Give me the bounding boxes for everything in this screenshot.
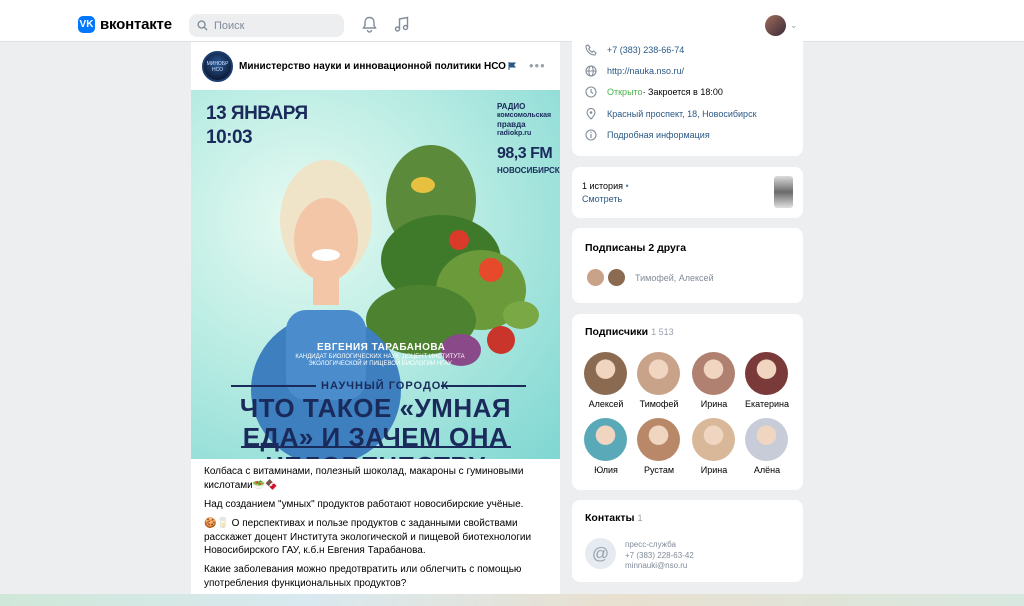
banner-headline: ЧТО ТАКОЕ «УМНАЯ ЕДА» И ЗАЧЕМ ОНА ЧЕЛОВЕ…	[239, 393, 512, 460]
subscriber-name[interactable]: Алёна	[737, 465, 797, 475]
subscriber-avatar[interactable]	[692, 418, 735, 461]
subscriber-name[interactable]: Алексей	[576, 399, 636, 409]
avatar-text: МИНОБР НСО	[206, 60, 229, 73]
subscriber-avatar[interactable]	[745, 418, 788, 461]
vk-logo-icon: VK	[78, 16, 95, 33]
globe-icon	[585, 65, 597, 77]
subscriber-avatar[interactable]	[745, 352, 788, 395]
friend-avatar[interactable]	[606, 267, 627, 288]
post-image[interactable]: 13 ЯНВАРЯ 10:03 РАДИО комсомольская правд…	[191, 90, 560, 459]
contact-role: пресс-служба	[625, 540, 676, 549]
guest-name: ЕВГЕНИЯ ТАРАБАНОВА	[317, 342, 446, 353]
friends-names: Тимофей, Алексей	[635, 273, 714, 283]
show-name: НАУЧНЫЙ ГОРОДОК	[321, 380, 450, 392]
contact-phone: +7 (383) 228-63-42	[625, 550, 694, 560]
stories-count-text: 1 история	[582, 181, 623, 191]
bell-icon[interactable]	[362, 16, 377, 33]
subscribers-title[interactable]: Подписчики 1 513	[585, 326, 674, 338]
info-icon	[585, 129, 597, 141]
post-paragraph: 🍪🥛 О перспективах и пользе продуктов с з…	[204, 518, 532, 556]
subscriber-name[interactable]: Екатерина	[737, 399, 797, 409]
subscribers-count: 1 513	[651, 327, 674, 337]
contacts-card: Контакты 1 @ пресс-служба +7 (383) 228-63…	[572, 500, 803, 582]
divider-left	[231, 385, 316, 387]
subscriber-avatar[interactable]	[584, 418, 627, 461]
search-placeholder: Поиск	[214, 19, 245, 32]
story-thumbnail[interactable]	[774, 176, 793, 208]
banner-date-time: 10:03	[206, 127, 253, 148]
friends-card: Подписаны 2 друга Тимофей, Алексей	[572, 228, 803, 303]
subscriber-name[interactable]: Юлия	[576, 465, 636, 475]
info-more[interactable]: Подробная информация	[585, 129, 710, 141]
info-phone-text: +7 (383) 238-66-74	[607, 45, 685, 55]
post-author[interactable]: Министерство науки и инновационной полит…	[239, 61, 516, 72]
subscriber-name[interactable]: Ирина	[684, 399, 744, 409]
guest-title: КАНДИДАТ БИОЛОГИЧЕСКИХ НАУК, ДОЦЕНТ ИНСТ…	[295, 354, 465, 367]
wall-post: МИНОБР НСО Министерство науки и инноваци…	[191, 42, 560, 606]
subscriber-name[interactable]: Тимофей	[629, 399, 689, 409]
subscriber-avatar[interactable]	[637, 418, 680, 461]
post-author-name: Министерство науки и инновационной полит…	[239, 61, 506, 72]
location-pin-icon	[586, 108, 596, 120]
stories-watch-link[interactable]: Смотреть	[582, 194, 622, 204]
search-icon	[197, 20, 208, 31]
banner-date-day: 13 ЯНВАРЯ	[206, 103, 308, 124]
post-paragraph: Колбаса с витаминами, полезный шоколад, …	[204, 466, 524, 491]
contacts-title[interactable]: Контакты 1	[585, 512, 643, 524]
chevron-down-icon[interactable]: ⌄	[790, 20, 798, 31]
divider-right	[441, 385, 526, 387]
subscriber-name[interactable]: Ирина	[684, 465, 744, 475]
search-input[interactable]: Поиск	[189, 14, 344, 37]
friend-avatar[interactable]	[585, 267, 606, 288]
radio-line3: правда	[497, 120, 526, 129]
radio-line2: комсомольская	[497, 112, 552, 119]
radio-line1: РАДИО	[497, 102, 526, 111]
stories-count: 1 история •	[582, 181, 629, 191]
os-taskbar	[0, 594, 1024, 606]
contact-email: minnauki@nso.ru	[625, 561, 688, 570]
user-avatar[interactable]	[765, 15, 786, 36]
info-hours[interactable]: Открыто · Закроется в 18:00	[585, 86, 723, 98]
community-avatar[interactable]: МИНОБР НСО	[202, 51, 233, 82]
post-paragraph: Над созданием "умных" продуктов работают…	[204, 499, 524, 510]
verified-flag-icon	[508, 62, 516, 70]
music-icon[interactable]	[394, 16, 409, 33]
subscribers-title-text: Подписчики	[585, 326, 649, 338]
info-address[interactable]: Красный проспект, 18, Новосибирск	[585, 108, 757, 120]
contacts-count: 1	[637, 513, 643, 523]
subscribers-card: Подписчики 1 513 Алексей Тимофей Ирина Екате…	[572, 314, 803, 490]
divider-bottom	[241, 446, 511, 448]
radio-logo: РАДИО комсомольская правда radiokp.ru	[497, 102, 551, 138]
subscriber-avatar[interactable]	[584, 352, 627, 395]
post-paragraph: Какие заболевания можно предотвратить ил…	[204, 564, 522, 589]
more-options-icon[interactable]: •••	[529, 58, 546, 73]
vk-logo-text: вконтакте	[100, 16, 172, 33]
dot-icon: •	[625, 181, 629, 191]
friends-title[interactable]: Подписаны 2 друга	[585, 242, 686, 254]
subscriber-avatar[interactable]	[692, 352, 735, 395]
banner-date: 13 ЯНВАРЯ 10:03	[206, 102, 308, 150]
subscriber-avatar[interactable]	[637, 352, 680, 395]
radio-site: radiokp.ru	[497, 130, 532, 137]
subscriber-name[interactable]: Рустам	[629, 465, 689, 475]
clock-icon	[585, 86, 597, 98]
radio-frequency: 98,3 FM	[497, 145, 553, 162]
contact-details[interactable]: пресс-служба +7 (383) 228-63-42 minnauki…	[625, 540, 694, 572]
top-header: VK вконтакте Поиск ⌄	[0, 0, 1024, 42]
contacts-title-text: Контакты	[585, 512, 635, 524]
vk-logo[interactable]: VK вконтакте	[78, 16, 172, 33]
info-site[interactable]: http://nauka.nso.ru/	[585, 65, 684, 77]
at-sign-icon: @	[585, 538, 616, 569]
status-open: Открыто	[607, 87, 643, 97]
status-closing: · Закроется в 18:00	[642, 87, 723, 97]
phone-icon	[585, 44, 597, 56]
info-address-text: Красный проспект, 18, Новосибирск	[607, 109, 757, 119]
radio-city: НОВОСИБИРСК	[497, 166, 560, 175]
info-card: +7 (383) 238-66-74 http://nauka.nso.ru/ …	[572, 38, 803, 156]
info-more-link: Подробная информация	[607, 130, 710, 140]
info-site-link: http://nauka.nso.ru/	[607, 66, 685, 76]
stories-card[interactable]: 1 история • Смотреть	[572, 167, 803, 218]
info-phone[interactable]: +7 (383) 238-66-74	[585, 44, 684, 56]
